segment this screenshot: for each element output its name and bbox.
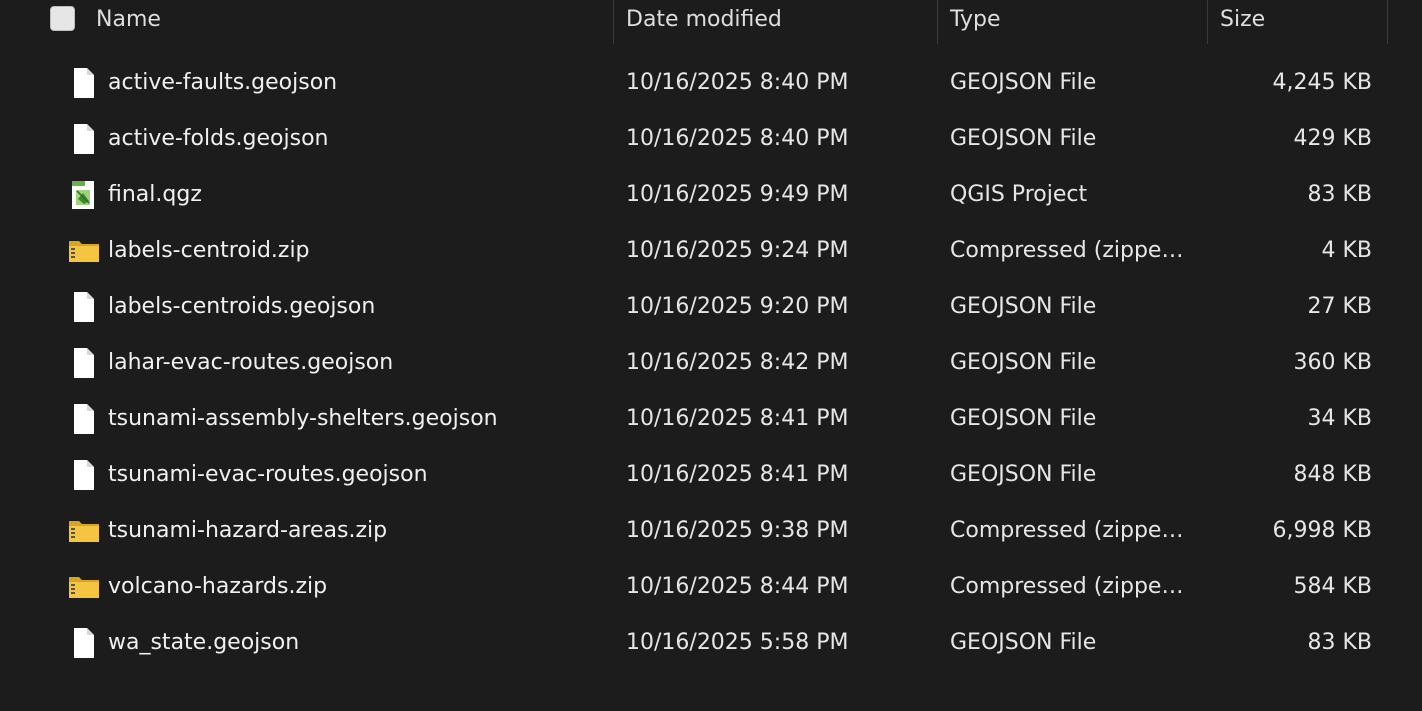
file-type: GEOJSON File: [950, 126, 1097, 151]
file-type: GEOJSON File: [950, 630, 1097, 655]
column-divider[interactable]: [1207, 0, 1208, 44]
column-header-date-modified[interactable]: Date modified: [626, 0, 782, 44]
file-size: 6,998 KB: [1272, 518, 1373, 543]
file-size: 360 KB: [1293, 350, 1372, 375]
column-header-size[interactable]: Size: [1220, 0, 1265, 44]
file-date-modified: 10/16/2025 9:20 PM: [626, 294, 849, 319]
document-icon: [74, 404, 94, 434]
file-row[interactable]: volcano-hazards.zip 10/16/2025 8:44 PM C…: [0, 559, 1422, 615]
column-divider[interactable]: [613, 0, 614, 44]
file-date-modified: 10/16/2025 9:49 PM: [626, 182, 849, 207]
file-type: GEOJSON File: [950, 406, 1097, 431]
file-row[interactable]: active-folds.geojson 10/16/2025 8:40 PM …: [0, 111, 1422, 167]
column-header-bar: Name Date modified Type Size: [0, 0, 1422, 44]
file-name: lahar-evac-routes.geojson: [108, 350, 394, 375]
file-name: tsunami-assembly-shelters.geojson: [108, 406, 498, 431]
file-size: 83 KB: [1307, 182, 1372, 207]
file-name: tsunami-hazard-areas.zip: [108, 518, 388, 543]
document-icon: [74, 292, 94, 322]
document-icon: [74, 628, 94, 658]
file-date-modified: 10/16/2025 8:40 PM: [626, 126, 849, 151]
file-row[interactable]: labels-centroids.geojson 10/16/2025 9:20…: [0, 279, 1422, 335]
file-date-modified: 10/16/2025 8:41 PM: [626, 462, 849, 487]
file-type: GEOJSON File: [950, 294, 1097, 319]
file-name: tsunami-evac-routes.geojson: [108, 462, 428, 487]
file-size: 4,245 KB: [1272, 70, 1373, 95]
file-date-modified: 10/16/2025 8:42 PM: [626, 350, 849, 375]
file-type: GEOJSON File: [950, 462, 1097, 487]
file-date-modified: 10/16/2025 9:38 PM: [626, 518, 849, 543]
file-row[interactable]: final.qgz 10/16/2025 9:49 PM QGIS Projec…: [0, 167, 1422, 223]
file-row[interactable]: lahar-evac-routes.geojson 10/16/2025 8:4…: [0, 335, 1422, 391]
file-list: active-faults.geojson 10/16/2025 8:40 PM…: [0, 55, 1422, 671]
file-name: active-folds.geojson: [108, 126, 329, 151]
file-name: labels-centroids.geojson: [108, 294, 376, 319]
file-row[interactable]: active-faults.geojson 10/16/2025 8:40 PM…: [0, 55, 1422, 111]
file-size: 584 KB: [1293, 574, 1372, 599]
file-row[interactable]: wa_state.geojson 10/16/2025 5:58 PM GEOJ…: [0, 615, 1422, 671]
file-name: volcano-hazards.zip: [108, 574, 328, 599]
file-type: GEOJSON File: [950, 350, 1097, 375]
file-row[interactable]: labels-centroid.zip 10/16/2025 9:24 PM C…: [0, 223, 1422, 279]
file-size: 429 KB: [1293, 126, 1372, 151]
zip-folder-icon: [69, 577, 99, 598]
column-header-name[interactable]: Name: [96, 0, 161, 44]
file-row[interactable]: tsunami-evac-routes.geojson 10/16/2025 8…: [0, 447, 1422, 503]
file-type: Compressed (zipped)...: [950, 518, 1195, 543]
zip-folder-icon: [69, 241, 99, 262]
qgis-project-icon: [72, 181, 94, 209]
column-divider[interactable]: [1387, 0, 1388, 44]
column-header-type[interactable]: Type: [950, 0, 1001, 44]
file-name: wa_state.geojson: [108, 630, 300, 655]
select-all-checkbox[interactable]: [50, 6, 75, 31]
document-icon: [74, 460, 94, 490]
file-row[interactable]: tsunami-assembly-shelters.geojson 10/16/…: [0, 391, 1422, 447]
document-icon: [74, 68, 94, 98]
file-name: final.qgz: [108, 182, 202, 207]
file-date-modified: 10/16/2025 9:24 PM: [626, 238, 849, 263]
file-type: QGIS Project: [950, 182, 1088, 207]
file-size: 83 KB: [1307, 630, 1372, 655]
file-size: 848 KB: [1293, 462, 1372, 487]
file-row[interactable]: tsunami-hazard-areas.zip 10/16/2025 9:38…: [0, 503, 1422, 559]
file-type: GEOJSON File: [950, 70, 1097, 95]
file-name: active-faults.geojson: [108, 70, 338, 95]
file-type: Compressed (zipped)...: [950, 238, 1195, 263]
file-date-modified: 10/16/2025 8:40 PM: [626, 70, 849, 95]
file-date-modified: 10/16/2025 5:58 PM: [626, 630, 849, 655]
file-date-modified: 10/16/2025 8:41 PM: [626, 406, 849, 431]
zip-folder-icon: [69, 521, 99, 542]
file-size: 27 KB: [1307, 294, 1372, 319]
document-icon: [74, 124, 94, 154]
file-name: labels-centroid.zip: [108, 238, 310, 263]
file-type: Compressed (zipped)...: [950, 574, 1195, 599]
file-size: 4 KB: [1321, 238, 1372, 263]
file-size: 34 KB: [1307, 406, 1372, 431]
file-date-modified: 10/16/2025 8:44 PM: [626, 574, 849, 599]
document-icon: [74, 348, 94, 378]
column-divider[interactable]: [937, 0, 938, 44]
